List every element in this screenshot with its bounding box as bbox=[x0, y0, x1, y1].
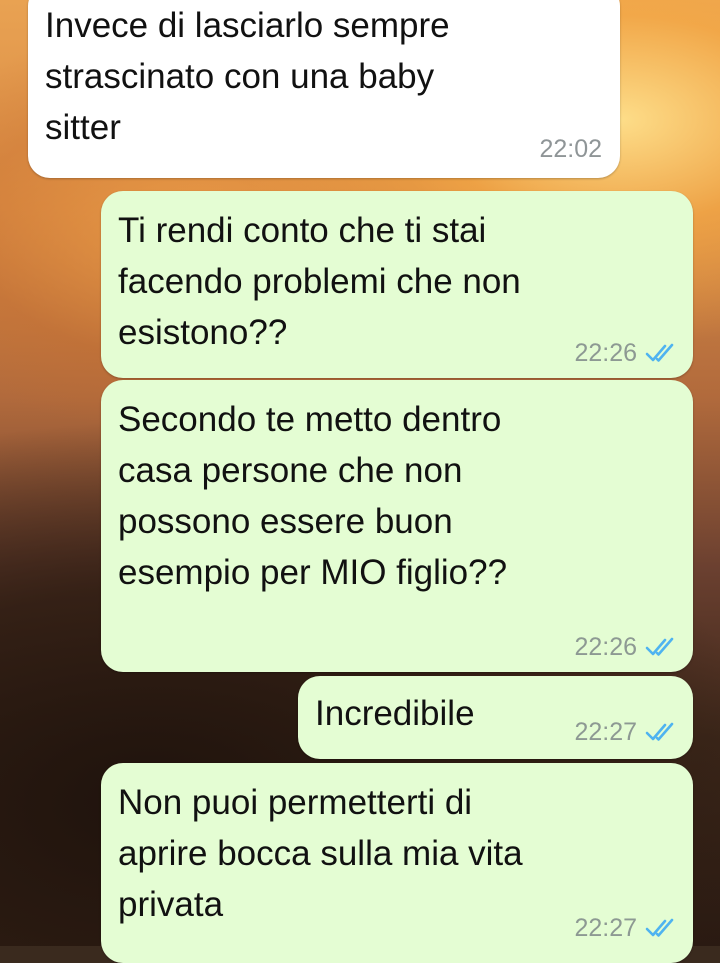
message-timestamp: 22:02 bbox=[539, 135, 602, 163]
message-bubble-incoming[interactable]: Invece di lasciarlo sempre strascinato c… bbox=[28, 0, 620, 178]
message-timestamp: 22:26 bbox=[574, 633, 637, 661]
message-bubble-outgoing[interactable]: Ti rendi conto che ti stai facendo probl… bbox=[101, 191, 693, 378]
message-text: Invece di lasciarlo sempre strascinato c… bbox=[45, 6, 450, 147]
message-text: Ti rendi conto che ti stai facendo probl… bbox=[118, 211, 521, 352]
message-meta: 22:26 bbox=[574, 338, 675, 368]
message-timestamp: 22:26 bbox=[574, 339, 637, 367]
message-bubble-outgoing[interactable]: Non puoi permetterti di aprire bocca sul… bbox=[101, 763, 693, 963]
message-meta: 22:26 bbox=[574, 632, 675, 662]
message-text: Secondo te metto dentro casa persone che… bbox=[118, 400, 508, 592]
chat-message-list[interactable]: Invece di lasciarlo sempre strascinato c… bbox=[0, 0, 720, 963]
message-text: Incredibile bbox=[315, 694, 475, 733]
message-bubble-outgoing[interactable]: Incredibile 22:27 bbox=[298, 676, 693, 759]
double-check-icon bbox=[645, 721, 675, 743]
message-text: Non puoi permetterti di aprire bocca sul… bbox=[118, 783, 523, 924]
message-timestamp: 22:27 bbox=[574, 914, 637, 942]
message-meta: 22:27 bbox=[574, 913, 675, 943]
double-check-icon bbox=[645, 917, 675, 939]
message-meta: 22:02 bbox=[539, 134, 602, 164]
message-bubble-outgoing[interactable]: Secondo te metto dentro casa persone che… bbox=[101, 380, 693, 672]
message-meta: 22:27 bbox=[574, 717, 675, 747]
double-check-icon bbox=[645, 636, 675, 658]
message-timestamp: 22:27 bbox=[574, 718, 637, 746]
double-check-icon bbox=[645, 342, 675, 364]
